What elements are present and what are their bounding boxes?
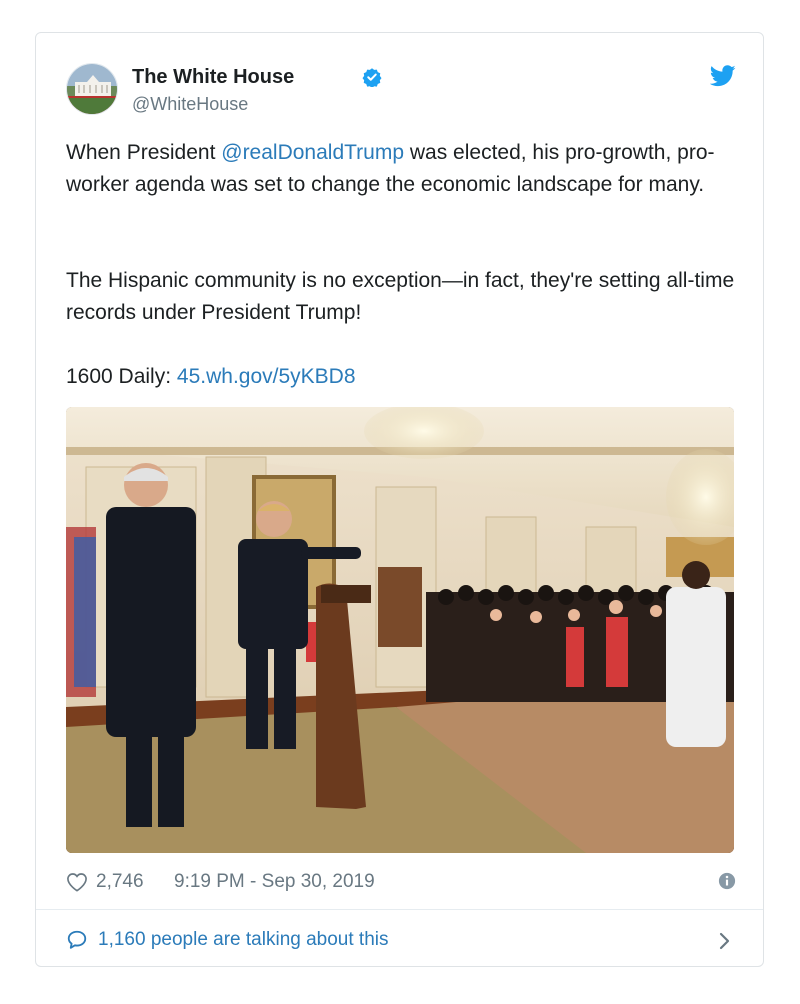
info-icon[interactable]	[718, 872, 736, 890]
speech-bubble-icon	[66, 929, 88, 951]
tweet-timestamp[interactable]: 9:19 PM - Sep 30, 2019	[174, 871, 375, 893]
short-url-link[interactable]: 45.wh.gov/5yKBD8	[177, 365, 356, 388]
tweet-paragraph-3: 1600 Daily: 45.wh.gov/5yKBD8	[66, 361, 736, 393]
conversation-count[interactable]: 1,160 people are talking about this	[98, 929, 389, 951]
tweet-header: The White House @WhiteHouse	[66, 63, 736, 123]
heart-icon[interactable]	[66, 872, 88, 892]
divider	[36, 909, 763, 910]
verified-badge-icon	[362, 67, 382, 88]
conversation-link[interactable]: 1,160 people are talking about this	[66, 925, 736, 955]
chevron-right-icon[interactable]	[718, 931, 732, 951]
tweet-photo[interactable]	[66, 407, 734, 853]
tweet-paragraph-2: The Hispanic community is no exception—i…	[66, 269, 735, 324]
author-avatar[interactable]	[66, 63, 118, 115]
text-segment: 1600 Daily:	[66, 365, 177, 388]
text-segment: When President	[66, 141, 222, 164]
tweet-card: The White House @WhiteHouse When Preside…	[35, 32, 764, 967]
twitter-bird-icon[interactable]	[709, 65, 736, 87]
tweet-meta: 2,746 9:19 PM - Sep 30, 2019	[66, 869, 736, 895]
tweet-paragraph-1: When President @realDonaldTrump was elec…	[66, 137, 736, 201]
mention-link[interactable]: @realDonaldTrump	[221, 141, 404, 164]
author-name[interactable]: The White House	[132, 66, 294, 89]
like-count[interactable]: 2,746	[96, 871, 144, 893]
author-handle[interactable]: @WhiteHouse	[132, 94, 248, 115]
